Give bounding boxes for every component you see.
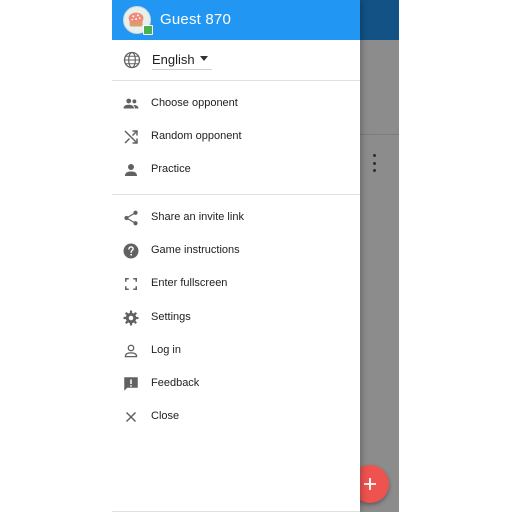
- username: Guest 870: [160, 11, 232, 28]
- shuffle-icon: [124, 130, 138, 144]
- person-outline-icon: [124, 344, 138, 358]
- menu-item-label: Game instructions: [151, 244, 240, 256]
- menu-item-game-instructions[interactable]: Game instructions: [112, 235, 360, 267]
- plus-icon: [364, 478, 376, 490]
- online-status-badge: [143, 25, 153, 35]
- close-icon: [125, 411, 137, 423]
- dropdown-caret-icon: [200, 56, 208, 61]
- group-icon: [123, 98, 139, 109]
- menu-item-random-opponent[interactable]: Random opponent: [112, 121, 360, 153]
- gear-icon: [123, 310, 139, 326]
- menu-item-enter-fullscreen[interactable]: Enter fullscreen: [112, 268, 360, 300]
- menu-item-log-in[interactable]: Log in: [112, 335, 360, 367]
- globe-icon: [123, 51, 141, 69]
- menu-item-settings[interactable]: Settings: [112, 302, 360, 334]
- navigation-drawer: Guest 870 English Choose opponent Random…: [112, 0, 360, 512]
- language-selected-value: English: [152, 51, 195, 67]
- menu-item-practice[interactable]: Practice: [112, 154, 360, 186]
- language-select[interactable]: English: [152, 49, 212, 70]
- menu-item-label: Share an invite link: [151, 211, 244, 223]
- menu-divider: [112, 194, 360, 195]
- menu-item-choose-opponent[interactable]: Choose opponent: [112, 88, 360, 120]
- menu-item-label: Log in: [151, 344, 181, 356]
- menu-item-label: Feedback: [151, 377, 200, 389]
- menu-item-label: Practice: [151, 163, 191, 175]
- share-icon: [124, 210, 138, 226]
- menu-item-close[interactable]: Close: [112, 401, 360, 433]
- help-icon: [123, 243, 139, 259]
- drawer-header: Guest 870: [112, 0, 360, 40]
- menu-item-share-invite-link[interactable]: Share an invite link: [112, 202, 360, 234]
- menu-item-feedback[interactable]: Feedback: [112, 368, 360, 400]
- menu-item-label: Enter fullscreen: [151, 277, 228, 289]
- menu-item-label: Choose opponent: [151, 97, 238, 109]
- app-viewport: Guest 870 English Choose opponent Random…: [112, 0, 399, 512]
- menu-item-label: Random opponent: [151, 130, 242, 142]
- avatar[interactable]: [123, 6, 153, 35]
- menu-item-label: Settings: [151, 311, 191, 323]
- fullscreen-icon: [125, 278, 137, 290]
- language-row: English: [112, 40, 360, 81]
- person-icon: [125, 164, 137, 176]
- feedback-icon: [124, 377, 138, 391]
- menu-item-label: Close: [151, 410, 180, 422]
